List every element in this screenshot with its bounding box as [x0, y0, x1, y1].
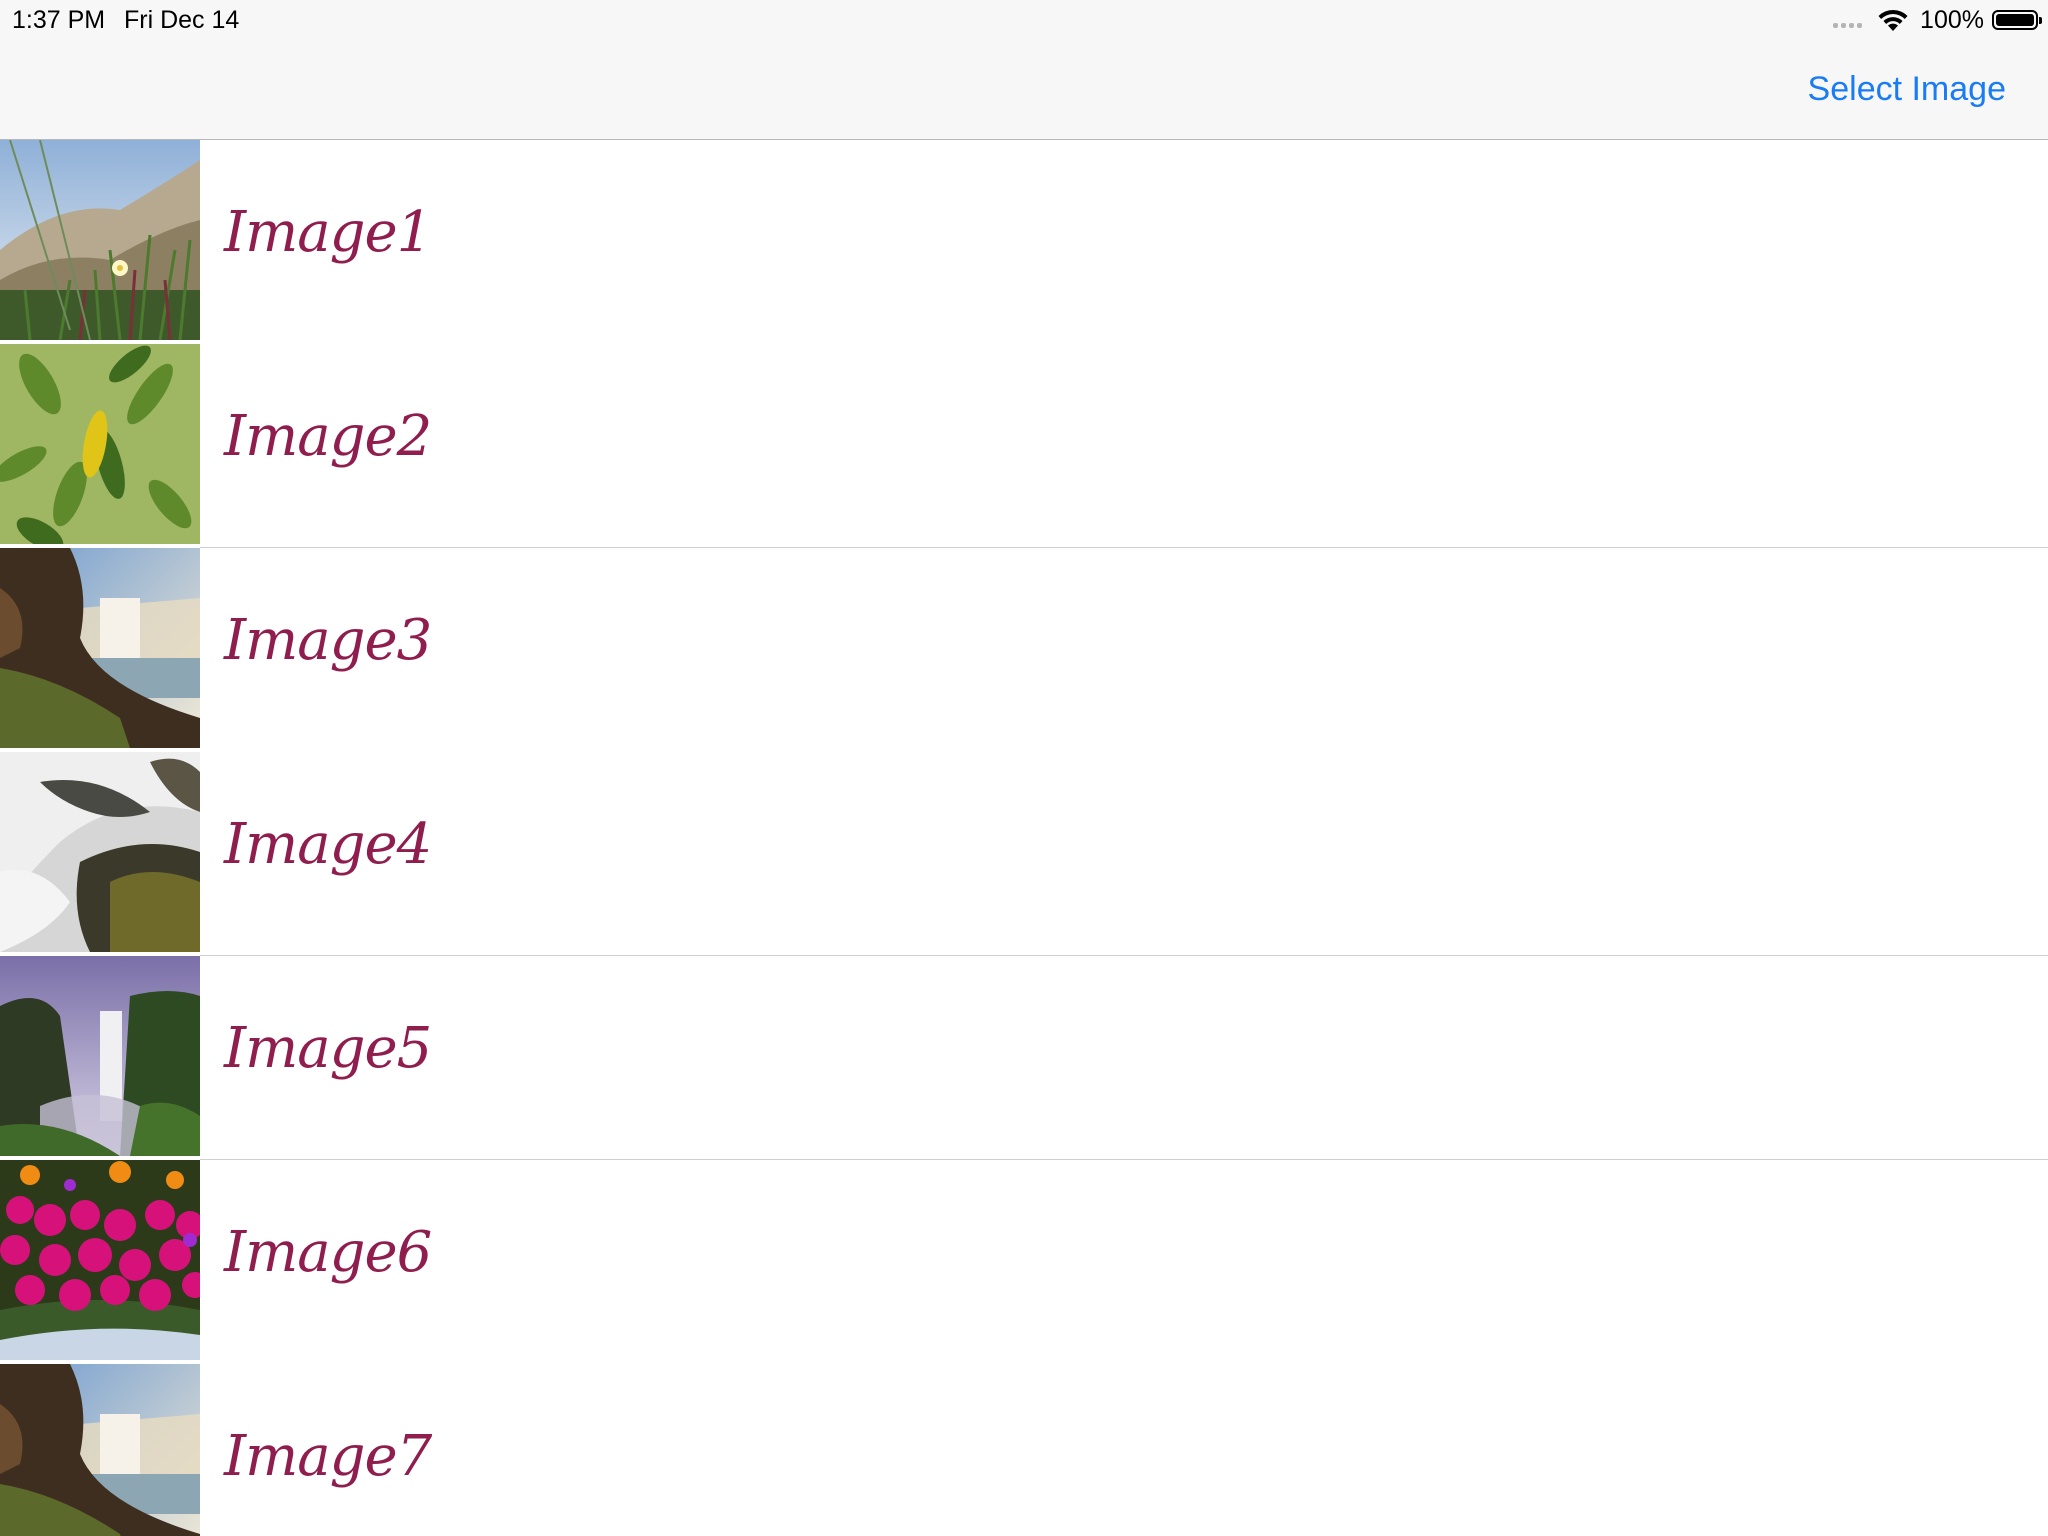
- table-row-image2[interactable]: Image2: [0, 344, 2048, 548]
- table-row-image5[interactable]: Image5: [0, 956, 2048, 1160]
- table-row-image3[interactable]: Image3: [0, 548, 2048, 752]
- table-row-image6[interactable]: Image6: [0, 1160, 2048, 1364]
- tall-waterfall-thumbnail: [0, 956, 200, 1156]
- row-label: Image4: [224, 812, 432, 877]
- status-date: Fri Dec 14: [124, 6, 240, 34]
- green-leaves-thumbnail: [0, 344, 200, 544]
- screen: 1:37 PM Fri Dec 14 100% Select Image Ima…: [0, 0, 2048, 1536]
- battery-icon: [1992, 10, 2042, 30]
- rushing-water-thumbnail: [0, 752, 200, 952]
- waterfall-cliff-thumbnail: [0, 548, 200, 748]
- row-label: Image7: [224, 1424, 432, 1489]
- status-bar: 1:37 PM Fri Dec 14 100%: [0, 0, 2048, 40]
- table-row-image1[interactable]: Image1: [0, 140, 2048, 344]
- status-indicators: 100%: [1833, 4, 2042, 36]
- select-image-button[interactable]: Select Image: [1808, 70, 2006, 109]
- row-label: Image6: [224, 1220, 432, 1285]
- table-row-image4[interactable]: Image4: [0, 752, 2048, 956]
- navigation-bar: Select Image: [0, 40, 2048, 140]
- waterfall-cliff-thumbnail: [0, 1364, 200, 1536]
- status-time: 1:37 PM: [12, 6, 106, 34]
- pink-flowers-thumbnail: [0, 1160, 200, 1360]
- row-label: Image5: [224, 1016, 432, 1081]
- wifi-icon: [1878, 9, 1908, 31]
- table-row-image7[interactable]: Image7: [0, 1364, 2048, 1536]
- row-label: Image2: [224, 404, 432, 469]
- battery-percent: 100%: [1920, 5, 1984, 34]
- dune-grass-thumbnail: [0, 140, 200, 340]
- cellular-signal-icon: [1833, 22, 1863, 28]
- image-table: Image1 Image2 Image3 Image4 Image5 Image…: [0, 140, 2048, 1536]
- row-label: Image1: [224, 200, 432, 265]
- row-label: Image3: [224, 608, 432, 673]
